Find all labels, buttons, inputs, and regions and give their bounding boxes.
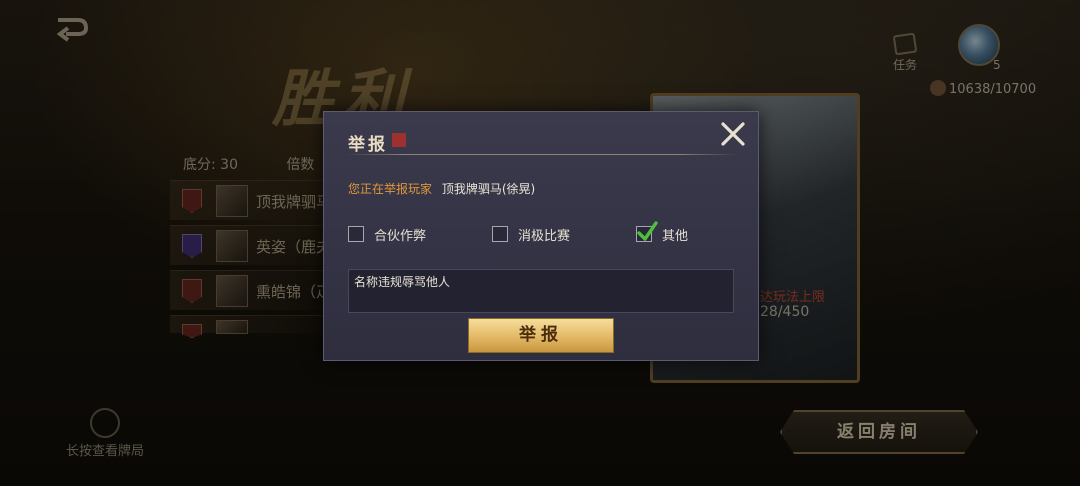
checkbox-box[interactable] (636, 221, 658, 242)
option-label: 合伙作弊 (374, 228, 427, 244)
checkmark-icon (637, 221, 658, 241)
dialog-title: 举报 (348, 135, 388, 155)
reporting-label: 您正在举报玩家 (348, 182, 433, 196)
title-divider (346, 154, 738, 155)
checkbox-box[interactable] (348, 226, 364, 242)
option-passive-play-checkbox[interactable]: 消极比赛 (492, 224, 570, 244)
submit-report-button[interactable]: 举报 (468, 318, 614, 353)
report-reason-input[interactable]: 名称违规辱骂他人 (348, 269, 734, 313)
reporting-line: 您正在举报玩家 顶我牌驷马(徐晃) (348, 180, 535, 197)
checkbox-box[interactable] (492, 226, 508, 242)
seal-icon (392, 133, 406, 147)
report-dialog: 举报 您正在举报玩家 顶我牌驷马(徐晃) 合伙作弊 消极比赛 其他 名称违规辱骂… (323, 111, 759, 361)
option-label: 消极比赛 (518, 228, 571, 244)
option-collusion-checkbox[interactable]: 合伙作弊 (348, 224, 426, 244)
reported-player-name: 顶我牌驷马(徐晃) (441, 182, 536, 196)
option-other-checkbox[interactable]: 其他 (636, 221, 689, 244)
close-icon[interactable] (720, 121, 746, 147)
option-label: 其他 (662, 228, 689, 244)
